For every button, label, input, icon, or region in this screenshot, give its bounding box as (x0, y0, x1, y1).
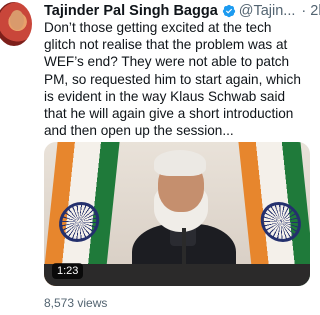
author-name[interactable]: Tajinder Pal Singh Bagga (44, 3, 218, 19)
tweet-video[interactable]: 1:23 (44, 142, 310, 286)
tweet-text: Don’t those getting excited at the tech … (44, 20, 301, 139)
author-handle[interactable]: @Tajin... (239, 3, 296, 19)
podium (44, 264, 310, 286)
speaker-hair (154, 150, 206, 176)
tweet-timestamp[interactable]: 2h (310, 3, 320, 19)
video-duration-badge: 1:23 (52, 263, 84, 279)
avatar-face (10, 10, 24, 30)
header-separator: · (301, 3, 307, 19)
tweet-header: Tajinder Pal Singh Bagga @Tajin... · 2h (44, 2, 320, 20)
ashoka-chakra-icon (258, 202, 303, 242)
view-count: 8,573 views (44, 296, 108, 310)
ashoka-chakra-icon (57, 202, 102, 242)
verified-badge-icon (222, 4, 236, 18)
author-avatar[interactable] (0, 2, 32, 46)
